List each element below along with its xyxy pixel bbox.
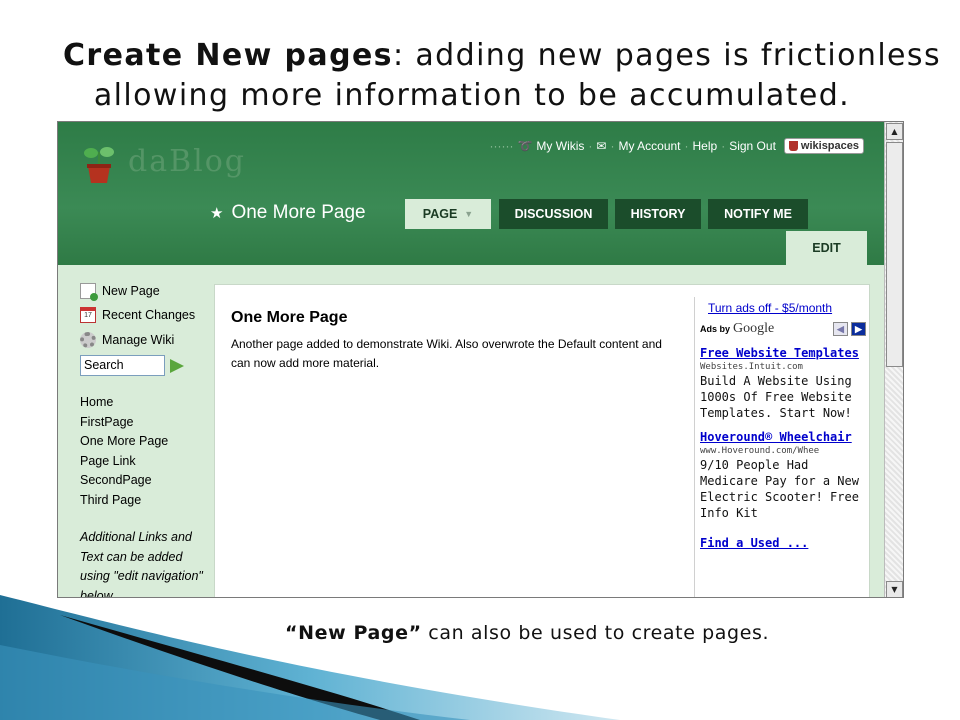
recent-changes-label: Recent Changes bbox=[102, 308, 196, 322]
decorative-swoosh bbox=[0, 595, 620, 720]
slide-title-rest: : adding new pages is frictionless bbox=[392, 38, 941, 73]
calendar-icon: 17 bbox=[80, 307, 96, 323]
slide-title-line-2: allowing more information to be accumula… bbox=[93, 78, 851, 113]
new-page-icon bbox=[80, 283, 98, 301]
gear-icon bbox=[80, 332, 96, 348]
manage-wiki-label: Manage Wiki bbox=[102, 333, 175, 347]
wikispaces-badge[interactable]: wikispaces bbox=[783, 138, 864, 154]
chevron-right-icon[interactable]: ▶ bbox=[851, 322, 866, 336]
wikispaces-label: wikispaces bbox=[800, 140, 859, 152]
page-heading-title: One More Page bbox=[231, 202, 366, 223]
my-wikis-link[interactable]: My Wikis bbox=[536, 139, 584, 153]
ad-item: Free Website Templates Websites.Intuit.c… bbox=[700, 345, 866, 421]
wiki-screenshot: daBlog ······ ➰ My Wikis · ✉ · My Accoun… bbox=[57, 121, 904, 598]
ad-title-link[interactable]: Find a Used ... bbox=[700, 535, 866, 551]
tab-page-label: PAGE bbox=[422, 207, 458, 221]
tab-notify-me[interactable]: NOTIFY ME bbox=[708, 199, 808, 229]
tab-history[interactable]: HISTORY bbox=[615, 199, 701, 229]
google-logo: Google bbox=[733, 321, 775, 336]
wiki-logo-text[interactable]: daBlog bbox=[128, 144, 246, 179]
chevron-down-icon: ▼ bbox=[464, 209, 474, 219]
ad-item: Find a Used ... bbox=[700, 535, 866, 551]
page-content: One More Page Another page added to demo… bbox=[214, 284, 870, 597]
my-account-link[interactable]: My Account bbox=[618, 139, 680, 153]
tab-page[interactable]: PAGE ▼ bbox=[405, 199, 491, 229]
wiki-header: daBlog ······ ➰ My Wikis · ✉ · My Accoun… bbox=[58, 122, 884, 265]
scroll-thumb[interactable] bbox=[886, 142, 903, 367]
separator: · bbox=[721, 139, 726, 153]
content-body: Another page added to demonstrate Wiki. … bbox=[231, 337, 662, 370]
top-navigation: ······ ➰ My Wikis · ✉ · My Account · Hel… bbox=[489, 138, 864, 154]
sidebar: New Page 17 Recent Changes Manage Wiki S… bbox=[58, 265, 213, 597]
ad-pager: ◀ ▶ bbox=[833, 322, 866, 336]
turn-ads-off-link[interactable]: Turn ads off - $5/month bbox=[708, 301, 866, 315]
ad-text: 9/10 People Had Medicare Pay for a New E… bbox=[700, 458, 859, 520]
manage-wiki-action[interactable]: Manage Wiki bbox=[80, 332, 174, 348]
sidebar-item-page-link[interactable]: Page Link bbox=[80, 452, 168, 472]
mail-icon[interactable]: ✉ bbox=[596, 139, 606, 153]
sign-out-link[interactable]: Sign Out bbox=[729, 139, 776, 153]
sidebar-item-one-more-page[interactable]: One More Page bbox=[80, 432, 168, 452]
ad-text: Build A Website Using 1000s Of Free Webs… bbox=[700, 374, 852, 420]
slide-title-line-1: Create New pages: adding new pages is fr… bbox=[22, 38, 960, 73]
content-title: One More Page bbox=[231, 309, 348, 326]
vertical-scrollbar[interactable]: ▲ ▼ bbox=[884, 122, 903, 597]
recent-changes-action[interactable]: 17 Recent Changes bbox=[80, 307, 195, 323]
ad-item: Hoveround® Wheelchair www.Hoveround.com/… bbox=[700, 429, 866, 521]
page-heading: ★ One More Page bbox=[210, 202, 366, 224]
ads-by-google: Ads by Google ◀ ▶ bbox=[700, 321, 866, 337]
wikispaces-pot-icon bbox=[788, 141, 798, 151]
ads-panel: Turn ads off - $5/month Ads by Google ◀ … bbox=[694, 297, 866, 597]
separator: · bbox=[684, 139, 689, 153]
star-icon[interactable]: ★ bbox=[210, 204, 223, 222]
ad-url: www.Hoveround.com/Whee bbox=[700, 446, 820, 456]
sidebar-item-home[interactable]: Home bbox=[80, 393, 168, 413]
arrow-right-icon[interactable] bbox=[170, 359, 184, 373]
new-page-label: New Page bbox=[102, 284, 160, 298]
new-page-action[interactable]: New Page bbox=[80, 283, 160, 301]
my-wikis-icon: ➰ bbox=[517, 139, 533, 153]
separator: · bbox=[588, 139, 593, 153]
scroll-up-icon[interactable]: ▲ bbox=[886, 123, 903, 140]
tab-discussion[interactable]: DISCUSSION bbox=[499, 199, 608, 229]
ads-by-label: Ads by bbox=[700, 324, 731, 334]
separator: · bbox=[610, 139, 615, 153]
scroll-down-icon[interactable]: ▼ bbox=[886, 581, 903, 597]
flowerpot-logo-icon bbox=[84, 147, 114, 183]
tab-edit[interactable]: EDIT bbox=[786, 231, 867, 265]
sidebar-item-secondpage[interactable]: SecondPage bbox=[80, 471, 168, 491]
username-link[interactable]: ······ bbox=[489, 139, 513, 153]
slide-title-bold: Create New pages bbox=[63, 38, 393, 73]
chevron-left-icon[interactable]: ◀ bbox=[833, 322, 848, 336]
sidebar-item-firstpage[interactable]: FirstPage bbox=[80, 413, 168, 433]
search-input[interactable]: Search bbox=[80, 355, 165, 376]
sidebar-nav-links: Home FirstPage One More Page Page Link S… bbox=[80, 393, 168, 510]
sidebar-item-third-page[interactable]: Third Page bbox=[80, 491, 168, 511]
help-link[interactable]: Help bbox=[693, 139, 718, 153]
ad-url: Websites.Intuit.com bbox=[700, 362, 803, 372]
ad-title-link[interactable]: Hoveround® Wheelchair bbox=[700, 429, 866, 445]
ad-title-link[interactable]: Free Website Templates bbox=[700, 345, 866, 361]
